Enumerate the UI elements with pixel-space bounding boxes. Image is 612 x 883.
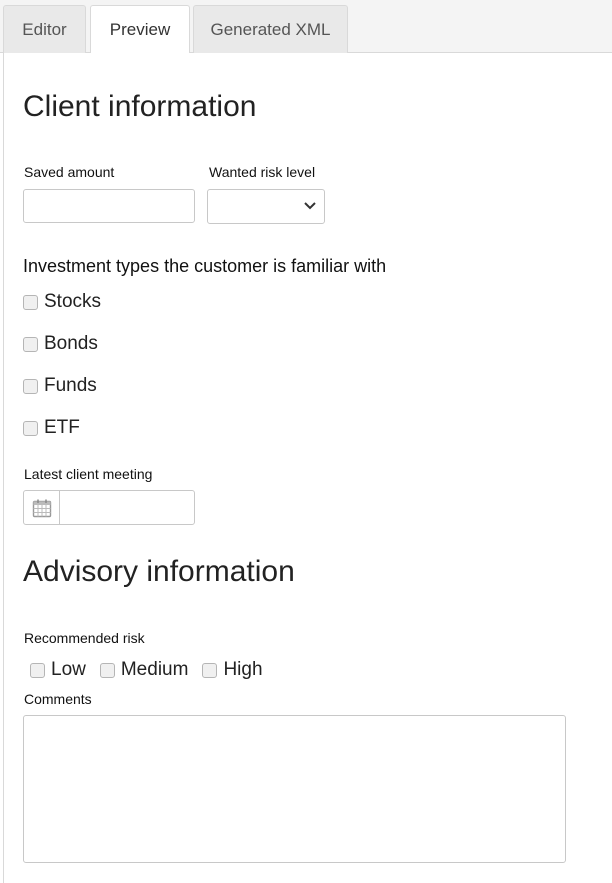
latest-meeting-label: Latest client meeting xyxy=(24,466,153,482)
funds-label: Funds xyxy=(44,375,97,396)
funds-checkbox[interactable] xyxy=(23,378,38,394)
option-high[interactable]: High xyxy=(202,659,263,681)
option-low[interactable]: Low xyxy=(30,659,86,681)
option-funds[interactable]: Funds xyxy=(23,375,97,397)
tab-bar: Editor Preview Generated XML xyxy=(0,0,612,54)
stocks-label: Stocks xyxy=(44,291,102,312)
medium-label: Medium xyxy=(120,659,189,680)
investment-types-title: Investment types the customer is familia… xyxy=(23,256,387,276)
comments-label: Comments xyxy=(24,691,92,707)
etf-checkbox[interactable] xyxy=(23,420,38,436)
bonds-checkbox[interactable] xyxy=(23,336,38,352)
saved-amount-label: Saved amount xyxy=(24,164,115,180)
chevron-down-icon xyxy=(304,202,316,210)
bonds-label: Bonds xyxy=(44,333,98,354)
low-label: Low xyxy=(51,659,86,680)
tab-generated-xml-label: Generated XML xyxy=(210,19,331,39)
risk-level-label: Wanted risk level xyxy=(209,164,316,180)
client-section-title: Client information xyxy=(23,90,257,123)
recommended-risk-group: Low Medium High xyxy=(30,659,263,681)
recommended-risk-label: Recommended risk xyxy=(24,630,145,646)
low-checkbox[interactable] xyxy=(30,662,45,678)
medium-checkbox[interactable] xyxy=(99,662,115,678)
tab-preview-label: Preview xyxy=(109,20,171,39)
stocks-checkbox[interactable] xyxy=(23,294,38,310)
latest-meeting-input[interactable] xyxy=(64,495,188,521)
latest-meeting-datepicker[interactable] xyxy=(23,490,195,525)
high-label: High xyxy=(223,659,263,680)
etf-label: ETF xyxy=(44,417,80,438)
comments-textarea[interactable] xyxy=(23,715,566,863)
tab-generated-xml[interactable]: Generated XML xyxy=(193,5,348,53)
option-stocks[interactable]: Stocks xyxy=(23,291,101,313)
tab-preview[interactable]: Preview xyxy=(90,5,190,54)
risk-level-select[interactable] xyxy=(207,189,325,224)
saved-amount-input[interactable] xyxy=(23,189,195,223)
option-etf[interactable]: ETF xyxy=(23,417,80,439)
preview-panel: Client information Saved amount Wanted r… xyxy=(3,53,612,883)
option-medium[interactable]: Medium xyxy=(99,659,189,681)
option-bonds[interactable]: Bonds xyxy=(23,333,98,355)
calendar-icon[interactable] xyxy=(24,491,60,525)
tab-editor[interactable]: Editor xyxy=(3,5,86,53)
high-checkbox[interactable] xyxy=(202,662,218,678)
advisory-section-title: Advisory information xyxy=(23,555,295,588)
tab-editor-label: Editor xyxy=(22,19,67,39)
